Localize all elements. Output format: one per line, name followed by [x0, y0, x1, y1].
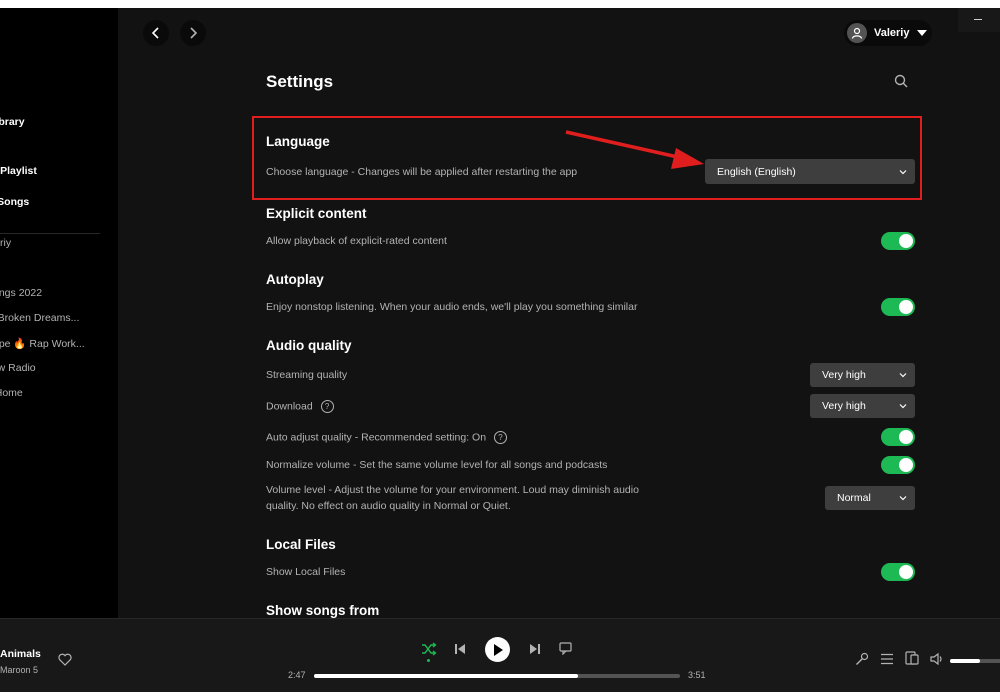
shuffle-active-dot: [427, 659, 430, 662]
playlist-item[interactable]: of Broken Dreams...: [0, 312, 104, 324]
spotify-app: ne rch r Library ate Playlist ed Songs a…: [0, 8, 1000, 692]
volume-slider[interactable]: [950, 659, 1000, 663]
volume-level-select[interactable]: Normal: [825, 486, 915, 510]
sidebar-item-search[interactable]: rch: [0, 85, 118, 97]
lyrics-icon[interactable]: [559, 642, 572, 655]
user-menu-button[interactable]: Valeriy: [844, 20, 932, 46]
sidebar: ne rch r Library ate Playlist ed Songs a…: [0, 8, 118, 618]
track-title[interactable]: Animals: [0, 648, 41, 660]
forward-button[interactable]: [180, 20, 206, 46]
user-name: Valeriy: [874, 27, 910, 39]
section-title-show-songs-from: Show songs from: [266, 603, 380, 618]
sidebar-item-library[interactable]: r Library: [0, 116, 118, 128]
auto-adjust-toggle[interactable]: [881, 428, 915, 446]
chevron-down-icon: [899, 373, 907, 378]
annotation-arrow-icon: [565, 130, 704, 169]
download-quality-select[interactable]: Very high: [810, 394, 915, 418]
devices-icon[interactable]: [905, 651, 919, 665]
progress-fill: [314, 674, 578, 678]
section-title-explicit: Explicit content: [266, 206, 367, 221]
user-icon: [851, 27, 863, 39]
local-files-toggle[interactable]: [881, 563, 915, 581]
explicit-label: Allow playback of explicit-rated content: [266, 235, 447, 247]
playlist-item[interactable]: Hype 🔥 Rap Work...: [0, 337, 104, 350]
track-artist[interactable]: Maroon 5: [0, 665, 38, 675]
chevron-down-icon: [899, 496, 907, 501]
download-quality-value: Very high: [822, 400, 866, 412]
playlist-item[interactable]: new Radio: [0, 362, 104, 374]
section-title-local-files: Local Files: [266, 537, 336, 552]
local-files-label: Show Local Files: [266, 566, 346, 578]
sidebar-item-liked-songs[interactable]: ed Songs: [0, 196, 118, 208]
back-arrow-icon: [151, 27, 159, 39]
play-icon: [493, 643, 503, 656]
normalize-toggle[interactable]: [881, 456, 915, 474]
section-title-autoplay: Autoplay: [266, 272, 324, 287]
elapsed-time: 2:47: [288, 670, 306, 680]
download-quality-row: Download ?: [266, 400, 334, 413]
main-content: Valeriy Settings Language Choose languag…: [118, 8, 1000, 618]
next-icon[interactable]: [529, 643, 541, 655]
play-button[interactable]: [485, 637, 510, 662]
playlist-item[interactable]: aleriy: [0, 237, 104, 249]
chevron-down-icon: [899, 404, 907, 409]
volume-level-value: Normal: [837, 492, 871, 504]
sidebar-item-create-playlist[interactable]: ate Playlist: [0, 165, 118, 177]
streaming-quality-select[interactable]: Very high: [810, 363, 915, 387]
previous-icon[interactable]: [454, 643, 466, 655]
volume-level-label-line2: quality. No effect on audio quality in N…: [266, 500, 511, 512]
playlist-item[interactable]: Songs 2022: [0, 287, 104, 299]
playlist-item[interactable]: t: [0, 262, 104, 274]
volume-fill: [950, 659, 980, 663]
total-time: 3:51: [688, 670, 706, 680]
caret-down-icon: [917, 30, 928, 36]
autoplay-label: Enjoy nonstop listening. When your audio…: [266, 301, 638, 313]
back-button[interactable]: [143, 20, 169, 46]
volume-level-label-line1: Volume level - Adjust the volume for you…: [266, 484, 639, 496]
player-bar: Animals Maroon 5 2:47 3:51: [0, 618, 1000, 692]
help-icon[interactable]: ?: [320, 400, 334, 413]
search-icon[interactable]: [894, 74, 908, 88]
normalize-label: Normalize volume - Set the same volume l…: [266, 459, 608, 471]
sidebar-item-home[interactable]: ne: [0, 54, 118, 66]
avatar: [847, 23, 867, 43]
download-quality-label: Download: [266, 400, 313, 413]
auto-adjust-label: Auto adjust quality - Recommended settin…: [266, 431, 487, 444]
heart-icon[interactable]: [58, 653, 72, 666]
shuffle-icon[interactable]: [421, 642, 437, 656]
streaming-quality-value: Very high: [822, 369, 866, 381]
explicit-toggle[interactable]: [881, 232, 915, 250]
volume-icon[interactable]: [930, 652, 944, 666]
autoplay-toggle[interactable]: [881, 298, 915, 316]
streaming-quality-label: Streaming quality: [266, 369, 348, 381]
forward-arrow-icon: [190, 27, 198, 39]
auto-adjust-row: Auto adjust quality - Recommended settin…: [266, 431, 507, 444]
queue-icon[interactable]: [880, 652, 894, 666]
page-title: Settings: [266, 72, 334, 91]
help-icon[interactable]: ?: [493, 431, 507, 444]
microphone-icon[interactable]: [855, 652, 869, 666]
sidebar-divider: [0, 233, 100, 234]
section-title-audio-quality: Audio quality: [266, 338, 352, 353]
window-minimize-button[interactable]: [958, 8, 1000, 32]
playlist-item[interactable]: n Home: [0, 387, 104, 399]
progress-bar[interactable]: [314, 674, 680, 678]
